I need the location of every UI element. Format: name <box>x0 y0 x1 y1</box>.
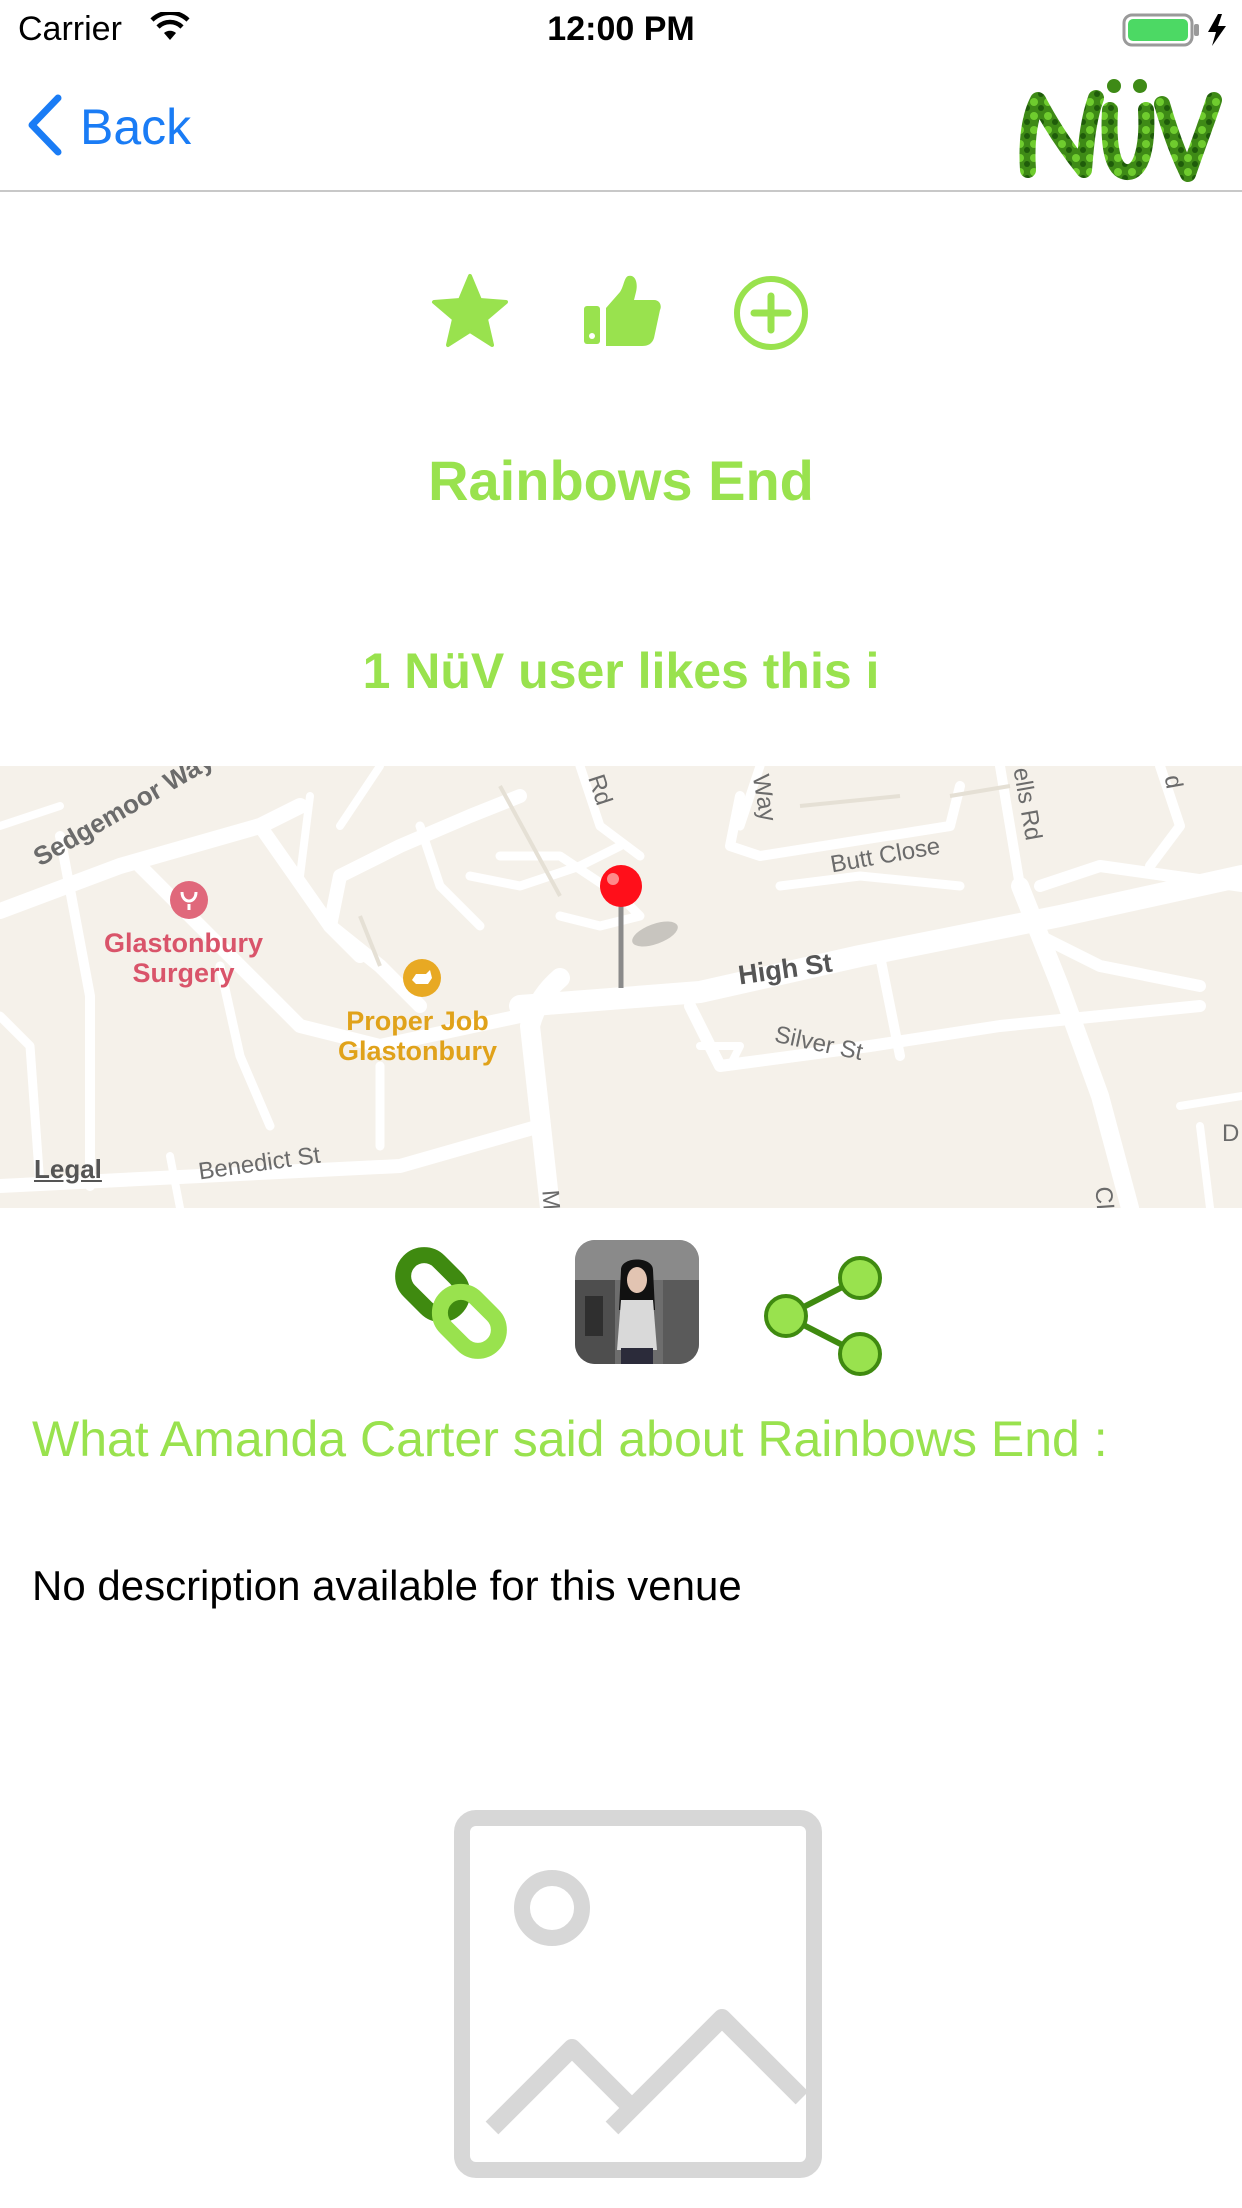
thumbs-up-icon <box>582 275 662 354</box>
review-heading: What Amanda Carter said about Rainbows E… <box>32 1411 1108 1467</box>
poi-label-surgery[interactable]: Glastonbury Surgery <box>104 928 263 988</box>
nuv-logo <box>1016 70 1222 193</box>
navigation-bar: Back <box>0 60 1242 192</box>
likes-count-link[interactable]: 1 NüV user likes this i <box>0 642 1242 700</box>
battery-charging-icon <box>1122 12 1234 53</box>
link-button[interactable] <box>386 1238 516 1373</box>
venue-title: Rainbows End <box>428 449 814 512</box>
chain-link-icon <box>386 1247 516 1372</box>
back-button[interactable]: Back <box>26 92 191 162</box>
add-button[interactable] <box>732 274 810 357</box>
back-label: Back <box>80 99 192 155</box>
venue-map[interactable]: Sedgemoor Way High St Butt Close Silver … <box>0 766 1242 1208</box>
clock: 12:00 PM <box>547 10 695 48</box>
author-avatar[interactable] <box>575 1240 699 1364</box>
status-bar: Carrier 12:00 PM <box>0 0 1242 60</box>
favorite-button[interactable] <box>430 272 510 355</box>
poi-label-proper-job[interactable]: Proper Job Glastonbury <box>338 1006 497 1066</box>
like-button[interactable] <box>582 272 662 355</box>
venue-description: No description available for this venue <box>32 1562 742 1609</box>
share-icon <box>760 1256 888 1382</box>
image-placeholder-icon <box>452 1808 824 2185</box>
street-label: D <box>1222 1120 1240 1147</box>
street-label: Cl <box>1089 1185 1119 1208</box>
star-icon <box>430 274 510 354</box>
chevron-left-icon <box>26 94 62 161</box>
street-label: M <box>536 1189 565 1208</box>
map-legal-link[interactable]: Legal <box>34 1154 102 1185</box>
share-button[interactable] <box>760 1250 888 1383</box>
plus-circle-icon <box>732 276 810 356</box>
